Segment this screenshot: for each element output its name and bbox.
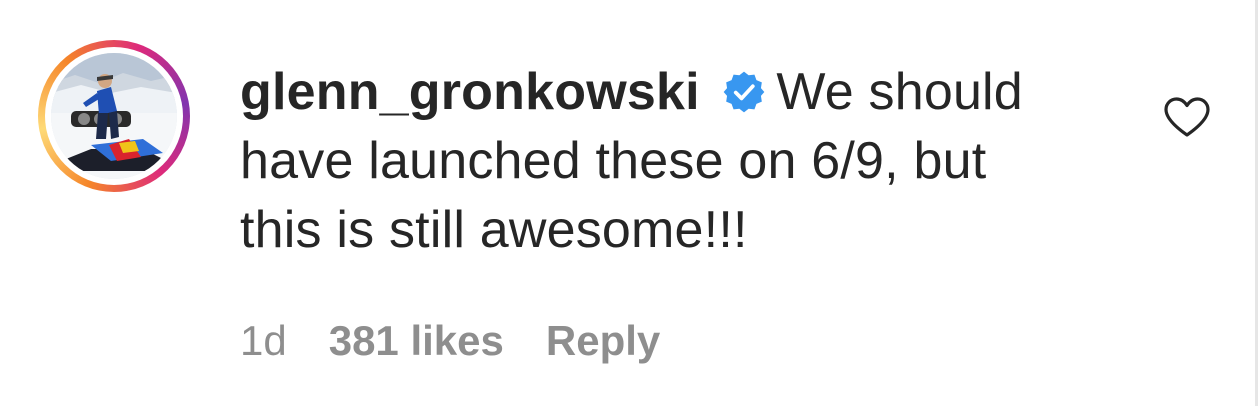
avatar-gap	[45, 47, 183, 185]
avatar[interactable]	[38, 40, 190, 192]
snowmobile-rider-photo	[51, 53, 177, 179]
comment-body: glenn_gronkowski We should have launched…	[240, 58, 1060, 265]
username-link[interactable]: glenn_gronkowski	[240, 63, 700, 121]
comment-meta: 1d 381 likes Reply	[240, 316, 702, 366]
comment-timestamp[interactable]: 1d	[240, 316, 287, 366]
verified-badge-icon	[724, 71, 765, 113]
likes-count-link[interactable]: 381 likes	[329, 316, 504, 366]
comment: glenn_gronkowski We should have launched…	[0, 0, 1258, 406]
heart-outline-icon[interactable]	[1162, 95, 1212, 139]
reply-button[interactable]: Reply	[546, 316, 660, 366]
avatar-photo	[51, 53, 177, 179]
